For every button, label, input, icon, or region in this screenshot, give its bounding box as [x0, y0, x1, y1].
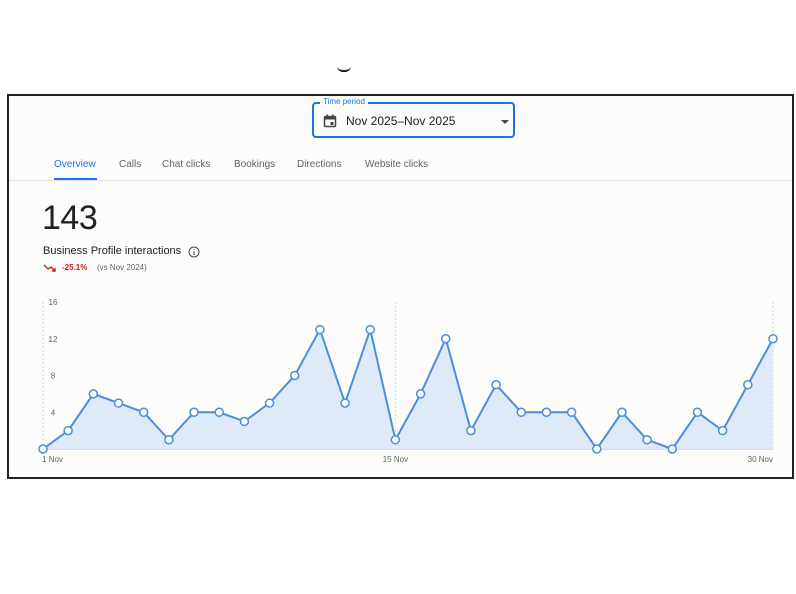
y-tick-label: 8	[51, 372, 56, 381]
y-tick-label: 12	[49, 335, 58, 344]
data-point	[365, 324, 375, 335]
data-point	[466, 425, 476, 436]
data-point	[63, 425, 73, 436]
data-point	[717, 425, 728, 436]
data-point	[113, 398, 124, 408]
data-point	[415, 389, 426, 399]
data-point	[541, 407, 552, 417]
interactions-chart: 4 8 12 16 1 Nov 15 Nov 30 Nov	[38, 298, 778, 464]
data-point	[566, 407, 577, 417]
data-point	[88, 389, 99, 399]
x-tick-label: 30 Nov	[748, 455, 773, 464]
data-point	[617, 407, 627, 417]
data-point	[491, 379, 501, 390]
data-point	[138, 407, 149, 417]
performance-panel: Time period Nov 2025–Nov 2025 Overview C…	[7, 94, 794, 479]
data-point	[289, 370, 300, 381]
data-point	[38, 444, 48, 454]
data-point	[642, 435, 652, 445]
x-tick-label: 1 Nov	[42, 455, 63, 464]
data-point	[441, 334, 451, 344]
data-point	[667, 444, 678, 454]
data-point	[743, 379, 753, 390]
data-point	[264, 398, 275, 408]
data-point	[592, 444, 602, 454]
data-point	[516, 407, 527, 417]
data-point	[692, 407, 703, 417]
stray-mark	[337, 66, 351, 72]
data-point	[164, 435, 174, 445]
data-point	[315, 324, 325, 335]
data-point	[239, 416, 250, 427]
series-area	[43, 329, 773, 449]
x-tick-label: 15 Nov	[383, 455, 408, 464]
data-point	[340, 398, 350, 408]
data-point	[189, 407, 199, 417]
y-tick-label: 16	[49, 298, 58, 307]
data-point	[390, 435, 401, 445]
data-point	[768, 334, 778, 344]
data-point	[214, 407, 224, 417]
y-tick-label: 4	[51, 408, 56, 417]
